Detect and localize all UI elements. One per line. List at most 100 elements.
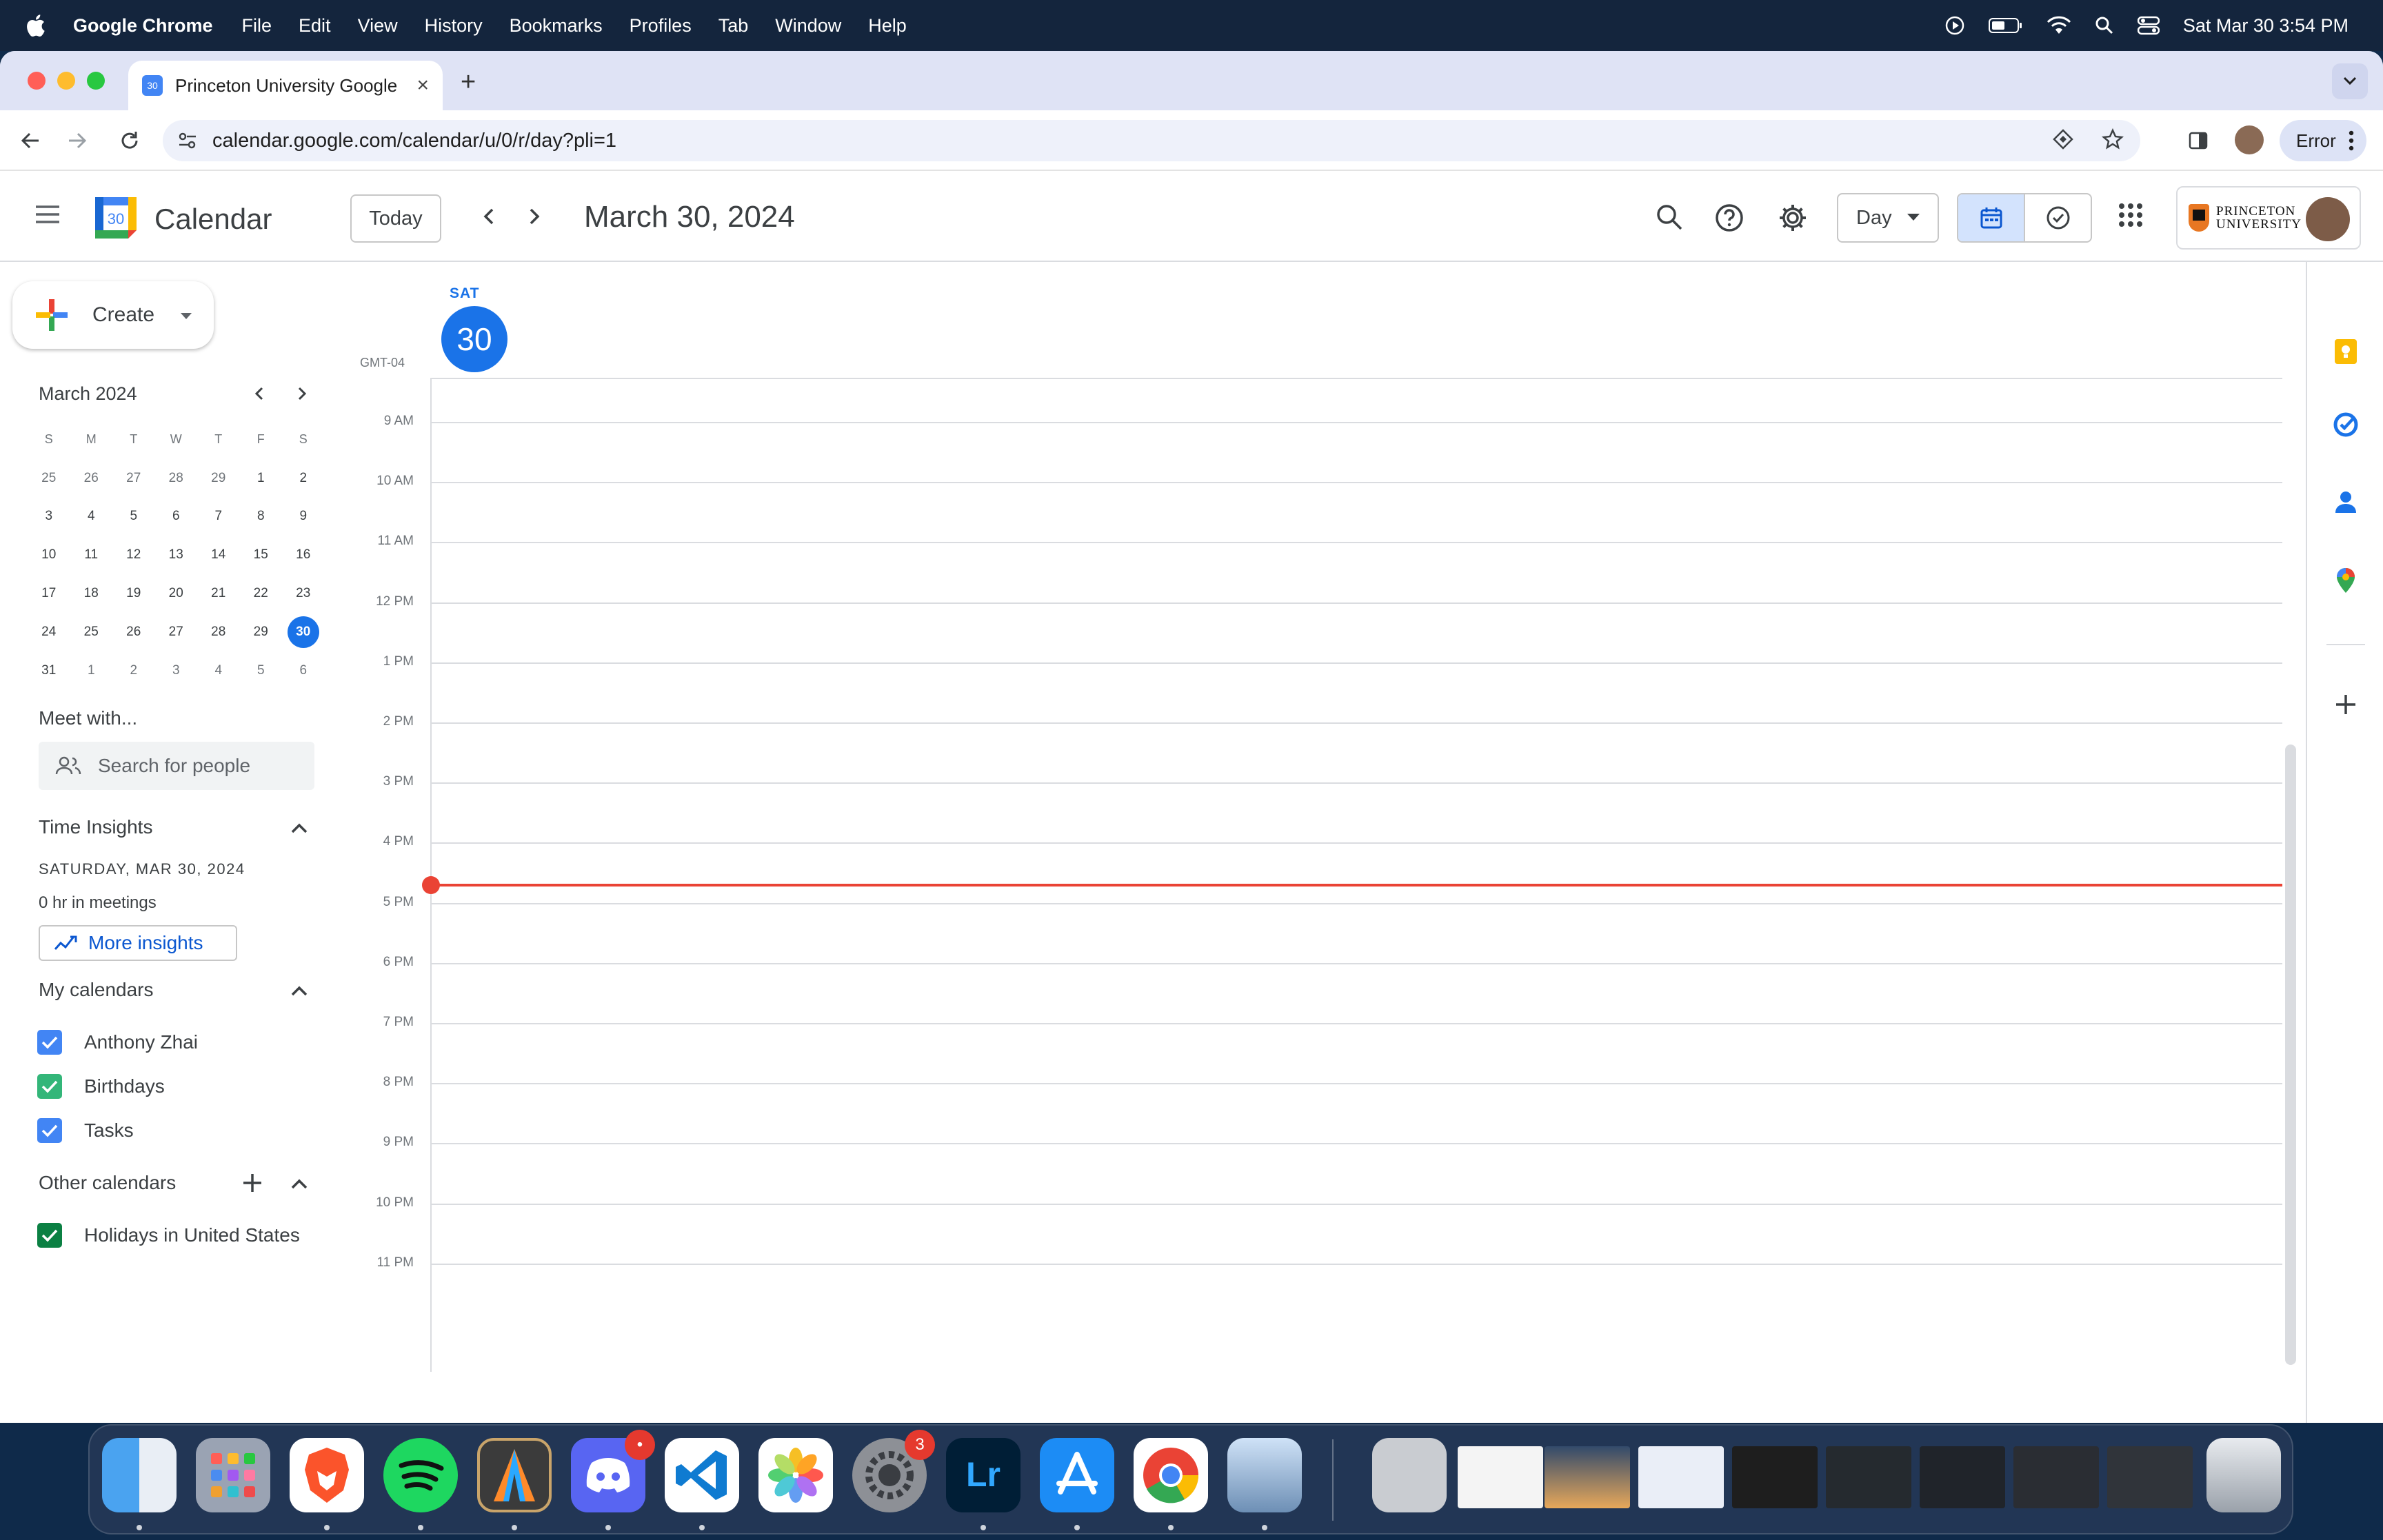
add-other-calendar-icon[interactable] [241,1172,263,1197]
mini-calendar-prev-icon[interactable] [250,383,270,407]
mini-calendar-day[interactable]: 2 [282,459,325,498]
trash-icon[interactable] [2206,1438,2281,1512]
mini-calendar-day[interactable]: 1 [240,459,283,498]
mini-calendar-day[interactable]: 1 [70,651,113,690]
minimized-window-thumbnail[interactable] [1458,1446,1543,1508]
contacts-icon[interactable] [2333,489,2358,518]
calendar-item-anthony-zhai[interactable]: Anthony Zhai [37,1030,198,1055]
mini-calendar-day[interactable]: 25 [70,613,113,651]
mini-calendar-day[interactable]: 4 [197,651,240,690]
mini-calendar-day[interactable]: 6 [282,651,325,690]
address-bar[interactable]: calendar.google.com/calendar/u/0/r/day?p… [163,120,2140,161]
disk-utility-icon[interactable] [1372,1438,1447,1512]
more-insights-button[interactable]: More insights [39,925,237,961]
mini-calendar-day[interactable]: 29 [197,459,240,498]
keep-icon[interactable] [2333,338,2358,369]
mini-calendar-day[interactable]: 3 [155,651,198,690]
mini-calendar-day[interactable]: 5 [240,651,283,690]
menu-clock[interactable]: Sat Mar 30 3:54 PM [2183,15,2349,37]
close-window-button[interactable] [28,72,46,90]
mini-calendar-day[interactable]: 17 [28,574,70,613]
tasks-icon[interactable] [2333,412,2358,440]
lightroom-app-icon[interactable]: Lr [946,1438,1020,1512]
mini-calendar-day[interactable]: 27 [155,613,198,651]
spotify-app-icon[interactable] [383,1438,458,1512]
mini-calendar-day[interactable]: 7 [197,498,240,536]
mini-calendar-day[interactable]: 4 [70,498,113,536]
menu-history[interactable]: History [425,15,483,37]
collapse-my-calendars-icon[interactable] [288,980,310,1006]
menu-window[interactable]: Window [775,15,841,37]
mini-calendar-day[interactable]: 28 [197,613,240,651]
launchpad-app-icon[interactable] [196,1438,270,1512]
mini-calendar-day[interactable]: 26 [70,459,113,498]
new-tab-icon[interactable]: + [461,68,476,97]
profile-avatar[interactable] [2235,125,2264,154]
mini-calendar-day[interactable]: 31 [28,651,70,690]
mini-calendar-day[interactable]: 26 [112,613,155,651]
collapse-time-insights-icon[interactable] [288,818,310,843]
minimized-window-thumbnail[interactable] [1826,1446,1911,1508]
menu-edit[interactable]: Edit [299,15,331,37]
search-people-input[interactable]: Search for people [39,742,314,790]
mini-calendar-next-icon[interactable] [291,383,312,407]
site-settings-icon[interactable] [178,132,197,150]
control-center-icon[interactable] [2137,16,2160,35]
mini-calendar-day[interactable]: 30 [282,613,325,651]
mini-calendar-day[interactable]: 10 [28,536,70,574]
my-calendars-title[interactable]: My calendars [39,979,154,1001]
calendar-checkbox[interactable] [37,1074,62,1099]
mini-calendar-day[interactable]: 8 [240,498,283,536]
day-number-button[interactable]: 30 [441,306,507,372]
mini-calendar-day[interactable]: 13 [155,536,198,574]
mini-calendar-day[interactable]: 27 [112,459,155,498]
mini-calendar-day[interactable]: 6 [155,498,198,536]
tab-search-button[interactable] [2332,63,2368,99]
calendar-item-tasks[interactable]: Tasks [37,1118,134,1143]
forward-icon[interactable] [62,125,92,156]
collapse-other-calendars-icon[interactable] [288,1173,310,1199]
reload-icon[interactable] [114,125,145,156]
menu-view[interactable]: View [358,15,398,37]
mini-calendar-day[interactable]: 9 [282,498,325,536]
mini-calendar-day[interactable]: 16 [282,536,325,574]
mini-calendar-day[interactable]: 22 [240,574,283,613]
mini-calendar-day[interactable]: 25 [28,459,70,498]
menu-app-name[interactable]: Google Chrome [73,15,213,37]
minimized-window-thumbnail[interactable] [1732,1446,1818,1508]
mini-calendar-day[interactable]: 15 [240,536,283,574]
mini-calendar-day[interactable]: 11 [70,536,113,574]
minimized-window-thumbnail[interactable] [1638,1446,1724,1508]
tab-close-icon[interactable]: × [416,74,429,97]
mini-calendar-day[interactable]: 23 [282,574,325,613]
apple-menu-icon[interactable] [25,14,52,37]
screen-recording-icon[interactable] [1944,15,1965,36]
mini-calendar-day[interactable]: 2 [112,651,155,690]
back-icon[interactable] [15,125,46,156]
mini-calendar-day[interactable]: 24 [28,613,70,651]
spotlight-search-icon[interactable] [2095,16,2114,35]
vscode-app-icon[interactable] [665,1438,739,1512]
menu-profiles[interactable]: Profiles [630,15,692,37]
bookmark-star-icon[interactable] [2102,128,2124,154]
brave-app-icon[interactable] [290,1438,364,1512]
calendar-item-birthdays[interactable]: Birthdays [37,1074,165,1099]
zoom-window-button[interactable] [87,72,105,90]
calendar-item-holidays[interactable]: Holidays in United States [37,1223,300,1248]
wifi-icon[interactable] [2047,16,2071,35]
mini-calendar-day[interactable]: 21 [197,574,240,613]
finder-app-icon[interactable] [102,1438,177,1512]
maps-icon[interactable] [2333,567,2358,598]
extension-icon[interactable] [2052,128,2074,154]
mini-calendar-day[interactable]: 3 [28,498,70,536]
menu-tab[interactable]: Tab [718,15,749,37]
grid-scrollbar[interactable] [2285,744,2296,1365]
chrome-app-icon[interactable] [1134,1438,1208,1512]
browser-tab-active[interactable]: 30 Princeton University Google × [128,61,443,110]
mini-calendar-day[interactable]: 12 [112,536,155,574]
mini-calendar-day[interactable]: 19 [112,574,155,613]
menu-file[interactable]: File [242,15,272,37]
menu-bookmarks[interactable]: Bookmarks [510,15,603,37]
mini-calendar-day[interactable]: 5 [112,498,155,536]
minimize-window-button[interactable] [57,72,75,90]
